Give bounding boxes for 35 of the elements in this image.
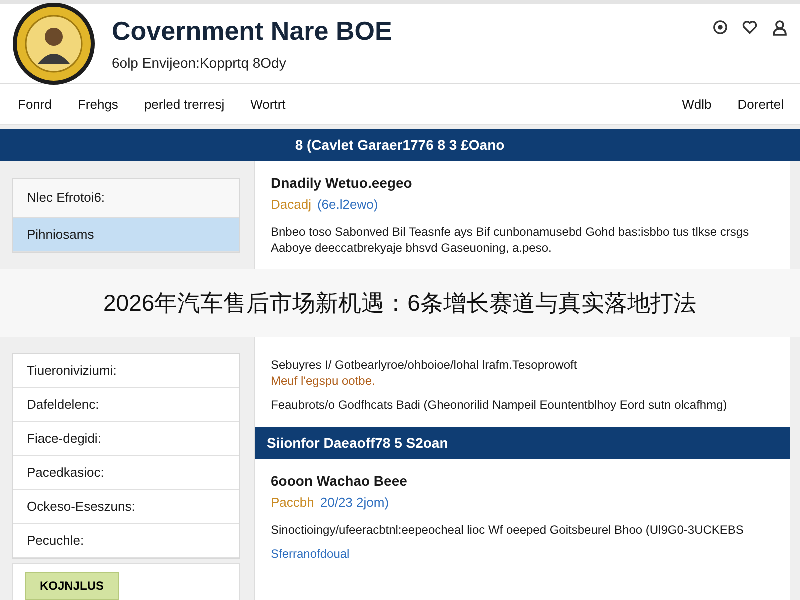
user-icon[interactable] — [772, 20, 788, 36]
article-link[interactable]: Sferranofdoual — [271, 546, 774, 562]
section-banner: Siionfor Daeaoff78 5 S2oan — [255, 427, 790, 459]
sidebar-item[interactable]: Tiueroniviziumi: — [13, 354, 239, 388]
sidebar-item[interactable]: Pecuchle: — [13, 524, 239, 558]
article-text: Meuf l'egspu ootbe. — [271, 373, 376, 389]
headline-overlay: 2026年汽车售后市场新机遇：6条增长赛道与真实落地打法 — [0, 269, 800, 337]
heart-icon[interactable] — [742, 20, 758, 35]
sidebar-item[interactable]: Dafeldelenc: — [13, 388, 239, 422]
article-text: Feaubrots/o Godfhcats Badi (Gheonorilid Nampeil Eountentblhoy Eord sutn olcafhmg) — [271, 397, 728, 413]
article-text: Sebuyres I/ Gotbearlyroe/ohboioe/lohal lrafm.Tesoprowoft — [271, 357, 578, 373]
sidebar-heading: Nlec Efrotoi6: — [13, 179, 239, 218]
nav-link[interactable]: Wortrt — [250, 96, 286, 112]
nav-link[interactable]: Wdlb — [682, 96, 712, 112]
sidebar-item[interactable]: Pihniosams — [13, 218, 239, 252]
sidebar-item[interactable]: Fiace-degidi: — [13, 422, 239, 456]
record-icon[interactable] — [713, 20, 728, 35]
article-date: Paccbh — [271, 495, 314, 510]
section-banner: 8 (Cavlet Garaer1776 8 3 £Oano — [0, 129, 800, 161]
nav-link[interactable]: Frehgs — [78, 96, 118, 112]
article-reference: (6e.l2ewo) — [317, 197, 378, 212]
sidebar-item[interactable]: Ockeso-Eseszuns: — [13, 490, 239, 524]
article-text: Sinoctioingy/ufeeracbtnl:eepeocheal lioc Wf oeeped Goitsbeurel Bhoo (Ul9G0-3UCKEBS — [271, 522, 745, 538]
site-title: Covernment Nare BOE — [112, 16, 394, 47]
nav-link[interactable]: Fonrd — [18, 96, 52, 112]
article-title: 6ooon Wachao Beee — [271, 473, 408, 489]
article-reference: 20/23 2jom) — [320, 495, 390, 510]
article-text: Bnbeo toso Sabonved Bil Teasnfe ays Bif cunbonamusebd Gohd bas:isbbo tus tlkse crsgs Aaboye deeccatbrekyaje bhsvd Gaseuoning, a.peso. — [271, 224, 750, 256]
sidebar-item[interactable]: Pacedkasioc: — [13, 456, 239, 490]
site-subtitle: 6olp Envijeon:Kopprtq 8Ody — [112, 55, 288, 71]
article-date: Dacadj — [271, 197, 312, 212]
nav-link[interactable]: perled trerresj — [144, 96, 225, 112]
sidebar-button[interactable]: KOJNJLUS — [25, 572, 120, 600]
article-title: Dnadily Wetuo.eegeo — [271, 175, 414, 191]
nav-link[interactable]: Dorertel — [738, 96, 784, 112]
